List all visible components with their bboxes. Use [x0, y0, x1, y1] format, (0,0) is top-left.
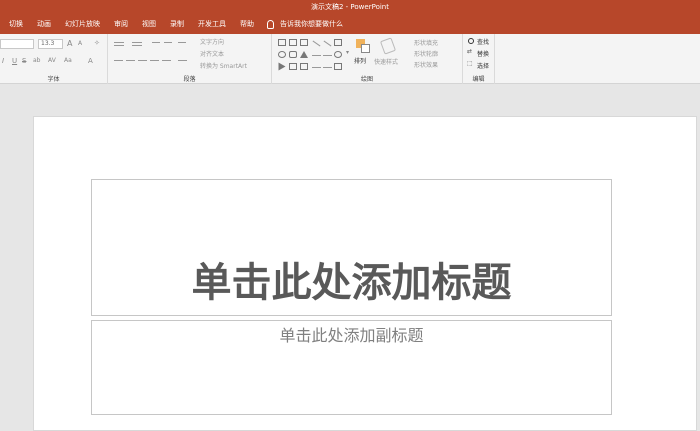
arrow-right-shape-icon[interactable] [278, 62, 286, 71]
replace-button[interactable]: 替换 [477, 49, 489, 58]
font-name-box[interactable] [0, 39, 34, 49]
drawing-group: ▾ 排列 快速样式 形状填充 形状轮廓 形状效果 绘图 [272, 34, 463, 84]
increase-indent-icon[interactable] [164, 42, 172, 43]
paragraph-group: 文字方向 对齐文本 转换为 SmartArt 段落 [108, 34, 272, 84]
smile-shape-icon[interactable] [334, 51, 342, 58]
tab-slideshow[interactable]: 幻灯片放映 [58, 14, 107, 34]
text-direction-button[interactable]: 文字方向 [200, 37, 224, 46]
find-button[interactable]: 查找 [477, 37, 489, 46]
elbow-connector-icon[interactable] [323, 55, 332, 56]
subtitle-placeholder[interactable]: 单击此处添加副标题 [91, 320, 612, 415]
justify-icon[interactable] [150, 60, 159, 61]
clear-format-icon[interactable]: ✧ [94, 39, 100, 47]
arrange-button[interactable]: 排列 [354, 56, 366, 65]
bullets-icon[interactable] [114, 42, 124, 43]
shape-fill-button[interactable]: 形状填充 [414, 38, 438, 47]
shape-effects-button[interactable]: 形状效果 [414, 60, 438, 69]
connector-shape-icon[interactable] [312, 55, 321, 56]
font-color-button[interactable]: A [88, 57, 93, 65]
numbering-icon[interactable] [132, 42, 142, 43]
align-text-button[interactable]: 对齐文本 [200, 49, 224, 58]
editing-group: 查找 ⇄ 替换 ⬚ 选择 编辑 [463, 34, 495, 84]
char-spacing-button[interactable]: AV [48, 57, 56, 64]
decrease-indent-icon[interactable] [152, 42, 160, 43]
title-placeholder[interactable]: 单击此处添加标题 [91, 179, 612, 316]
lightbulb-icon [267, 19, 274, 29]
textbox-shape-icon[interactable] [289, 39, 297, 46]
columns-icon[interactable] [178, 60, 187, 61]
tab-animations[interactable]: 动画 [30, 14, 58, 34]
grow-font-button[interactable]: A [67, 39, 72, 48]
tab-developer[interactable]: 开发工具 [191, 14, 233, 34]
font-group-label: 字体 [47, 76, 60, 83]
underline-button[interactable]: U [12, 57, 17, 65]
quick-styles-icon[interactable] [379, 37, 397, 55]
tell-me-search[interactable]: 告诉我你想要做什么 [267, 19, 343, 29]
align-center-icon[interactable] [126, 60, 135, 61]
title-bar: 演示文稿2 - PowerPoint [0, 0, 700, 14]
editing-group-label: 编辑 [472, 76, 485, 83]
tab-help[interactable]: 帮助 [233, 14, 261, 34]
align-right-icon[interactable] [138, 60, 147, 61]
rounded-rect-icon[interactable] [289, 51, 297, 58]
rectangle-shape-icon[interactable] [278, 39, 286, 46]
line-shape-icon[interactable] [312, 40, 321, 47]
shrink-font-button[interactable]: A [78, 40, 82, 47]
curve-shape-icon[interactable] [312, 67, 321, 68]
select-button[interactable]: 选择 [477, 61, 489, 70]
brace-shape-icon[interactable] [334, 63, 342, 70]
tab-view[interactable]: 视图 [135, 14, 163, 34]
select-icon: ⬚ [467, 60, 473, 67]
ribbon-tabs: 切换 动画 幻灯片放映 审阅 视图 录制 开发工具 帮助 告诉我你想要做什么 [0, 14, 700, 34]
drawing-group-label: 绘图 [360, 76, 373, 83]
tab-record[interactable]: 录制 [163, 14, 191, 34]
quick-styles-button[interactable]: 快速样式 [374, 57, 398, 66]
tab-review[interactable]: 审阅 [107, 14, 135, 34]
oval-shape-icon[interactable] [278, 51, 286, 58]
replace-icon: ⇄ [467, 48, 473, 55]
callout-shape-icon[interactable] [300, 63, 308, 70]
shapes-more-icon[interactable]: ▾ [346, 49, 349, 56]
vertical-textbox-icon[interactable] [300, 39, 308, 46]
line-spacing-icon[interactable] [178, 42, 186, 43]
find-icon [468, 38, 474, 44]
window-title: 演示文稿2 - PowerPoint [311, 3, 389, 11]
ribbon: 13.3 A A ✧ I U S ab AV Aa A 字体 文字方向 对齐文本… [0, 34, 700, 84]
smartart-button[interactable]: 转换为 SmartArt [200, 61, 247, 70]
triangle-shape-icon[interactable] [300, 51, 308, 58]
tell-me-text: 告诉我你想要做什么 [280, 20, 343, 28]
change-case-button[interactable]: Aa [64, 57, 72, 64]
align-left-icon[interactable] [114, 60, 123, 61]
distributed-icon[interactable] [162, 60, 171, 61]
slide-canvas[interactable]: 单击此处添加标题 单击此处添加副标题 [33, 116, 697, 431]
strikethrough-button[interactable]: S [22, 57, 26, 65]
font-size-value: 13.3 [41, 40, 55, 47]
tab-transitions[interactable]: 切换 [2, 14, 30, 34]
shadow-button[interactable]: ab [33, 57, 41, 64]
paragraph-group-label: 段落 [183, 76, 196, 83]
italic-button[interactable]: I [2, 57, 4, 65]
font-size-box[interactable]: 13.3 [38, 39, 63, 49]
arrange-icon[interactable] [356, 39, 370, 53]
shape-outline-button[interactable]: 形状轮廓 [414, 49, 438, 58]
powerpoint-window: 演示文稿2 - PowerPoint 切换 动画 幻灯片放映 审阅 视图 录制 … [0, 0, 700, 431]
font-group: 13.3 A A ✧ I U S ab AV Aa A 字体 [0, 34, 108, 84]
arrow-shape-icon[interactable] [323, 40, 332, 47]
rect2-shape-icon[interactable] [334, 39, 342, 46]
subtitle-placeholder-text: 单击此处添加副标题 [279, 326, 424, 345]
freeform-shape-icon[interactable] [323, 67, 332, 68]
flowchart-shape-icon[interactable] [289, 63, 297, 70]
title-placeholder-text: 单击此处添加标题 [191, 260, 512, 306]
